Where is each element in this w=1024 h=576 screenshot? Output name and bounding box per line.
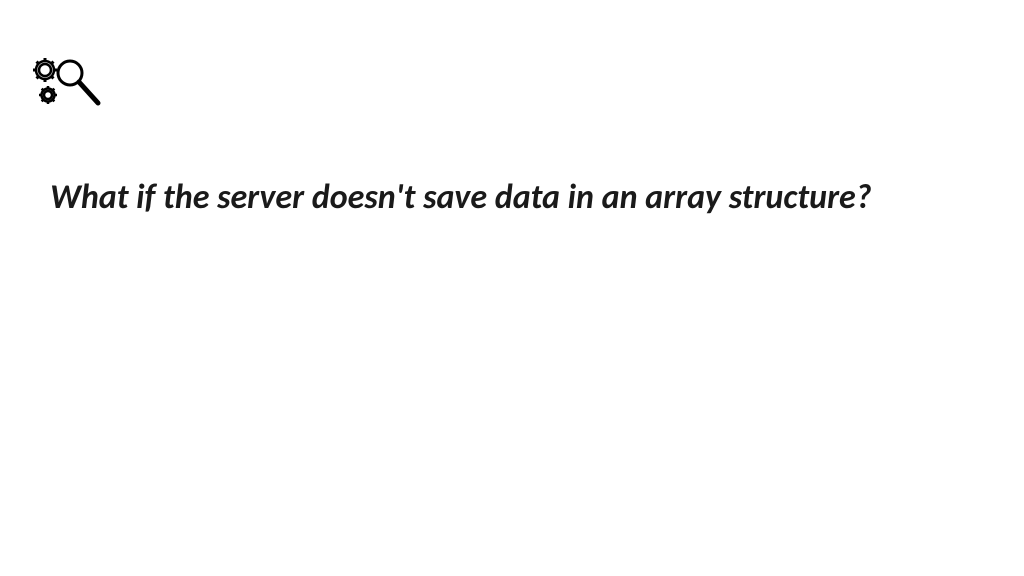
slide-heading: What if the server doesn't save data in … xyxy=(50,175,880,221)
gears-magnifier-icon xyxy=(30,55,110,135)
slide-container: What if the server doesn't save data in … xyxy=(0,0,1024,576)
